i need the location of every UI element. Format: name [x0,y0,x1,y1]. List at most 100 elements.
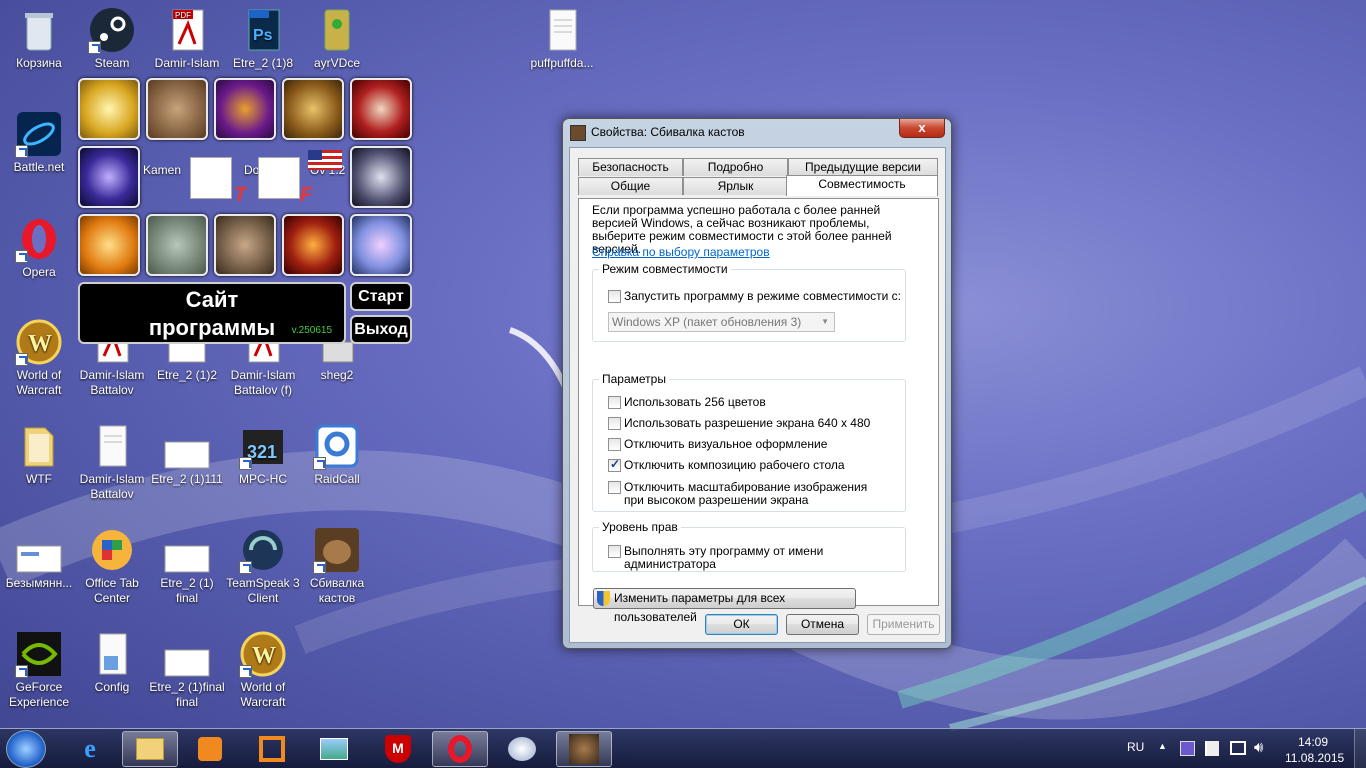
compat-mode-checkbox[interactable]: Запустить программу в режиме совместимос… [608,290,901,303]
param-disable-desktop-composition[interactable]: Отключить композицию рабочего стола [608,458,845,472]
apply-button[interactable]: Применить [867,614,940,635]
tab-previous-versions[interactable]: Предыдущие версии [788,158,938,176]
desktop-icon-raidcall[interactable]: RaidCall [298,422,376,487]
ok-button[interactable]: ОК [705,614,778,635]
paint-icon [508,737,536,761]
cancel-button[interactable]: Отмена [786,614,859,635]
taskbar-photos[interactable] [306,731,362,767]
param-640x480[interactable]: Использовать разрешение экрана 640 х 480 [608,417,870,430]
desktop-icon-ayrvdce[interactable]: ayrVDce [298,6,376,71]
compat-os-select[interactable]: Windows XP (пакет обновления 3) ▼ [608,312,835,332]
privilege-group: Уровень прав Выполнять эту программу от … [592,520,906,572]
desktop-icon-untitled[interactable]: Безымянн... [0,526,78,591]
language-indicator[interactable]: RU [1127,740,1144,754]
letter-f: F [300,184,313,206]
spell-tile-1[interactable] [78,78,140,140]
exit-button[interactable]: Выход [350,315,412,344]
taskbar-mcafee[interactable]: M [370,731,426,767]
privilege-title: Уровень прав [599,520,681,534]
spell-tile-9[interactable] [146,214,208,276]
close-button[interactable]: x [899,119,945,138]
desktop-icon-config[interactable]: Config [73,630,151,695]
volume-icon[interactable]: 🔊︎ [1254,739,1263,756]
help-link[interactable]: Справка по выбору параметров [592,245,770,259]
tab-general[interactable]: Общие [578,177,683,195]
desktop-icon-mpc-hc[interactable]: 321 MPC-HC [224,422,302,487]
taskbar: e M RU ▲ 🔊︎ 14:09 11.08.2015 [0,728,1366,768]
desktop-icon-sbivalka[interactable]: Сбивалка кастов [298,526,376,606]
desktop-icon-etre-psd[interactable]: Ps Etre_2 (1)8 [224,6,302,71]
desktop-icon-wtf[interactable]: WTF [0,422,78,487]
taskbar-sbivalka[interactable] [556,731,612,767]
tray-flag-icon[interactable] [1205,741,1219,756]
compat-mode-group: Режим совместимости Запустить программу … [592,262,906,342]
desktop-icon-etre-final-final[interactable]: Etre_2 (1)final final [148,630,226,710]
spell-tile-10[interactable] [214,214,276,276]
taskbar-office[interactable] [244,731,300,767]
taskbar-paint[interactable] [494,731,550,767]
desktop-icon-steam[interactable]: Steam [73,6,151,71]
spell-tile-11[interactable] [282,214,344,276]
tab-details[interactable]: Подробно [683,158,788,176]
desktop-icon-geforce[interactable]: GeForce Experience [0,630,78,710]
us-flag-icon [308,150,342,170]
teamspeak-icon [239,526,287,574]
network-icon[interactable] [1230,741,1246,755]
config-file-icon [88,630,136,678]
spell-tile-2[interactable] [146,78,208,140]
run-as-admin-checkbox[interactable]: Выполнять эту программу от имени админис… [608,545,905,571]
spell-tile-6[interactable] [78,146,140,208]
blank-slot-2[interactable] [258,157,300,199]
letter-t: T [234,184,247,206]
world-of-warcraft-icon: W [15,318,63,366]
clock-time[interactable]: 14:09 [1298,735,1328,749]
show-hidden-icons-icon[interactable]: ▲ [1158,741,1167,751]
svg-text:PDF: PDF [175,11,191,20]
recycle-bin-icon [15,6,63,54]
photo-viewer-icon [320,738,348,760]
param-disable-dpi-scaling[interactable]: Отключить масштабирование изображения пр… [608,481,878,507]
desktop-icon-damir-pdf[interactable]: PDF Damir-Islam [148,6,226,71]
desktop-icon-wow[interactable]: W World of Warcraft [0,318,78,398]
change-all-users-button[interactable]: Изменить параметры для всех пользователе… [593,588,856,624]
spell-tile-12[interactable] [350,214,412,276]
spell-tile-4[interactable] [282,78,344,140]
blank-slot-1[interactable] [190,157,232,199]
taskbar-media-player[interactable] [182,731,238,767]
tab-compatibility[interactable]: Совместимость [786,175,938,196]
taskbar-explorer[interactable] [122,731,178,767]
media-player-icon [198,737,222,761]
desktop-icon-wow-2[interactable]: W World of Warcraft [224,630,302,710]
desktop-icon-puffpuff[interactable]: puffpuffda... [523,6,601,71]
tray-app-icon[interactable] [1180,741,1195,756]
taskbar-opera[interactable] [432,731,488,767]
tab-shortcut[interactable]: Ярлык [683,177,788,195]
desktop-icon-etre-final[interactable]: Etre_2 (1) final [148,526,226,606]
desktop-icon-etre-111[interactable]: Etre_2 (1)111 [148,422,226,487]
desktop-icon-recycle-bin[interactable]: Корзина [0,6,78,71]
show-desktop-button[interactable] [1354,729,1366,768]
desktop-icon-battlenet[interactable]: Battle.net [0,110,78,175]
chevron-down-icon: ▼ [821,317,829,326]
param-disable-visual-themes[interactable]: Отключить визуальное оформление [608,438,827,451]
spell-tile-8[interactable] [78,214,140,276]
tab-security[interactable]: Безопасность [578,158,683,176]
start-button[interactable]: Старт [350,282,412,311]
compatibility-panel: Если программа успешно работала с более … [578,198,939,624]
parameters-group: Параметры Использовать 256 цветов Исполь… [592,372,906,512]
start-orb[interactable] [6,730,46,768]
spell-tile-7[interactable] [350,146,412,208]
ayrvdce-icon [313,6,361,54]
dialog-title: Свойства: Сбивалка кастов [591,125,745,139]
desktop-icon-opera[interactable]: Opera [0,215,78,280]
desktop-icon-teamspeak[interactable]: TeamSpeak 3 Client [224,526,302,606]
param-256-colors[interactable]: Использовать 256 цветов [608,396,766,409]
desktop-icon-damir-doc[interactable]: Damir-Islam Battalov [73,422,151,502]
shield-icon [597,591,610,606]
taskbar-ie[interactable]: e [62,731,118,767]
site-button[interactable]: Сайт программы v.250615 [78,282,346,344]
spell-tile-3[interactable] [214,78,276,140]
spell-tile-5[interactable] [350,78,412,140]
desktop-icon-office-tab[interactable]: Office Tab Center [73,526,151,606]
clock-date[interactable]: 11.08.2015 [1285,751,1344,765]
